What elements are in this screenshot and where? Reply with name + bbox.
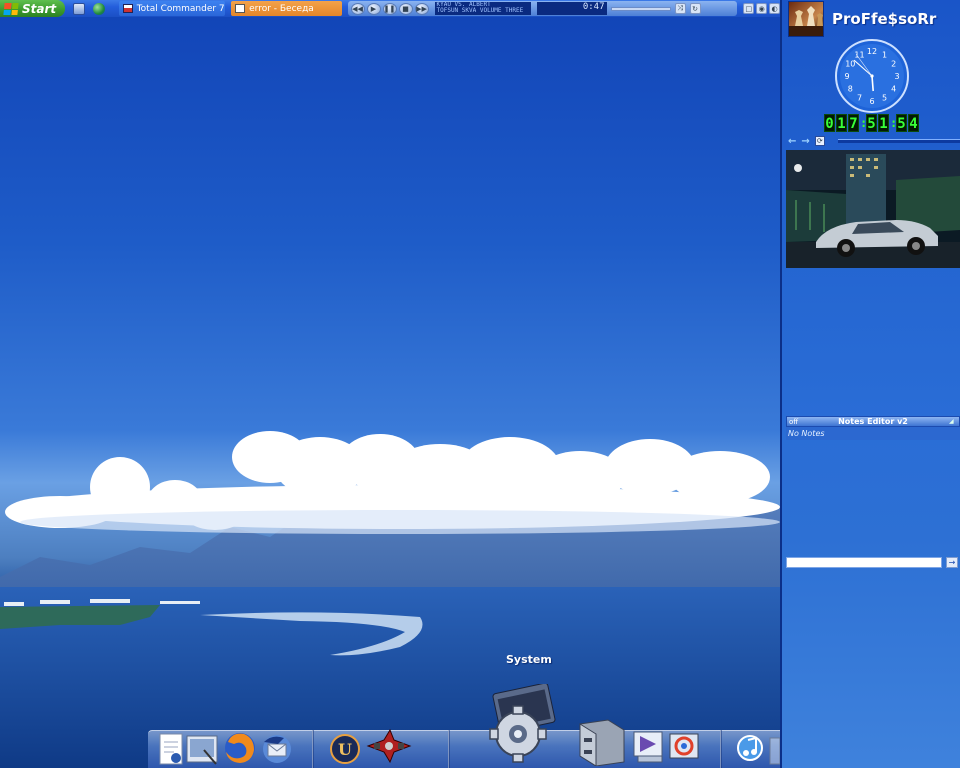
clock-number: 6 [869,97,874,106]
shuffle-icon[interactable]: ⤨ [674,3,686,14]
clock-number: 3 [894,72,899,81]
play-icon[interactable]: ▶ [366,2,381,15]
pause-icon[interactable]: ❚❚ [382,2,397,15]
slideshow-progress [837,139,960,143]
recycle-bin-icon[interactable] [768,732,780,766]
clock-digit: 7 [848,114,859,132]
spaceship-game-icon[interactable] [364,726,414,766]
clock-number: 12 [867,47,877,56]
dock-separator [448,730,450,768]
notes-title-bar: off Notes Editor v2 ◢ [786,416,960,427]
clock-number: 8 [848,85,853,94]
night-car-photo [786,150,960,268]
display-settings-icon[interactable] [666,730,704,766]
add-note-button[interactable]: → [946,556,958,568]
next-icon[interactable]: ▶▶ [414,2,429,15]
document-icon[interactable] [158,732,186,766]
unreal-tournament-icon[interactable]: U [328,732,362,766]
image-viewer-icon[interactable] [186,734,220,766]
task-total-commander[interactable]: Total Commander 7.0... [118,1,226,16]
clock-digit: 5 [896,114,907,132]
system-gear-icon[interactable] [486,684,566,766]
task-error-chat[interactable]: error - Беседа [231,1,342,16]
start-label: Start [22,1,57,16]
start-button[interactable]: Start [0,0,66,17]
desktop-wallpaper [0,17,780,768]
chat-window-icon [235,4,246,13]
digital-clock: 017:51:54 [824,114,919,132]
clock-digit: 1 [878,114,889,132]
slideshow-nav: ← → ⟳ [788,135,960,147]
clock-separator: : [890,116,898,130]
user-name: ProFfe$soRr [832,10,937,28]
firefox-icon[interactable] [222,730,258,766]
tray-icon-3[interactable]: ◐ [769,3,780,14]
clock-digit: 5 [866,114,877,132]
notes-editor-widget: off Notes Editor v2 ◢ No Notes [786,416,960,442]
notes-title: Notes Editor v2 [838,417,908,426]
notes-empty-text: No Notes [786,427,960,440]
floppy-disk-icon [122,4,133,13]
wallpaper-scene [0,431,780,768]
previous-icon[interactable]: ◀◀ [350,2,365,15]
media-player-bar: ◀◀ ▶ ❚❚ ■ ▶▶ KYAU VS. ALBERT TOFSUN SKVA… [347,1,738,16]
back-arrow-icon[interactable]: ← [788,136,796,147]
clock-number: 2 [891,60,896,69]
task-label: error - Беседа [249,3,314,14]
task-label: Total Commander 7.0... [136,3,225,14]
tray-icon-1[interactable]: □ [743,3,755,14]
desktop-sidebar: ProFfe$soRr 12 1 2 3 4 5 6 7 8 9 10 11 017:51:54 ← … [780,0,960,768]
notes-input-row: → [786,556,960,568]
resize-grip-icon[interactable]: ◢ [949,418,957,425]
photo-slideshow[interactable] [786,150,960,268]
clock-number: 4 [891,85,896,94]
clock-number: 11 [854,50,864,59]
windows-logo-icon [3,2,19,15]
clock-number: 7 [857,94,862,103]
avatar[interactable] [788,1,824,37]
new-note-input[interactable] [786,556,942,568]
clock-digit: 0 [824,114,835,132]
clock-number: 10 [845,60,855,69]
track-title-display: KYAU VS. ALBERT TOFSUN SKVA VOLUME THREE [434,2,531,15]
clock-digit: 4 [908,114,919,132]
track-line-2: TOFSUN SKVA VOLUME THREE [436,7,524,14]
media-player-icon[interactable] [630,728,668,766]
tray-icon-2[interactable]: ◉ [756,3,768,14]
forward-arrow-icon[interactable]: → [801,136,809,147]
clock-number: 5 [882,94,887,103]
svg-text:U: U [338,740,352,759]
stop-icon[interactable]: ■ [398,2,413,15]
dock-separator [312,730,314,768]
clock-separator: : [860,116,868,130]
dock-hover-label: System [506,653,552,666]
refresh-icon[interactable]: ⟳ [814,136,825,146]
taskbar: Start Total Commander 7.0... error - Бес… [0,0,780,17]
file-cabinet-icon[interactable] [572,716,628,766]
seek-bar[interactable] [610,6,671,11]
player-time-display: 0:47 [536,2,607,15]
analog-clock: 12 12 3 45678 9 1011 [835,39,909,113]
dock-separator [720,730,722,768]
globe-icon[interactable] [92,2,105,15]
clock-digit: 1 [836,114,847,132]
itunes-icon[interactable] [736,730,772,766]
player-time: 0:47 [582,2,605,12]
user-header: ProFfe$soRr [788,0,960,38]
clock-number: 1 [882,50,887,59]
thunderbird-icon[interactable] [260,732,294,766]
chess-pieces-icon [789,6,823,36]
show-desktop-icon[interactable] [73,2,85,15]
clock-number: 9 [844,72,849,81]
repeat-icon[interactable]: ↻ [689,3,701,14]
